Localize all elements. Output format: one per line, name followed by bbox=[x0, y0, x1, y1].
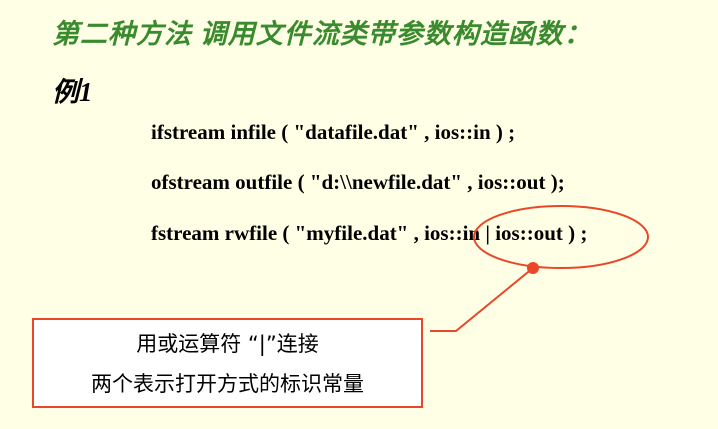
callout-box: 用或运算符 “|”连接 两个表示打开方式的标识常量 bbox=[32, 318, 423, 408]
highlight-ellipse bbox=[473, 205, 649, 269]
callout-line-1: 用或运算符 “|”连接 bbox=[136, 332, 319, 356]
callout-connector bbox=[430, 267, 534, 332]
callout-line-2: 两个表示打开方式的标识常量 bbox=[91, 372, 364, 396]
connector-dot bbox=[527, 262, 539, 274]
